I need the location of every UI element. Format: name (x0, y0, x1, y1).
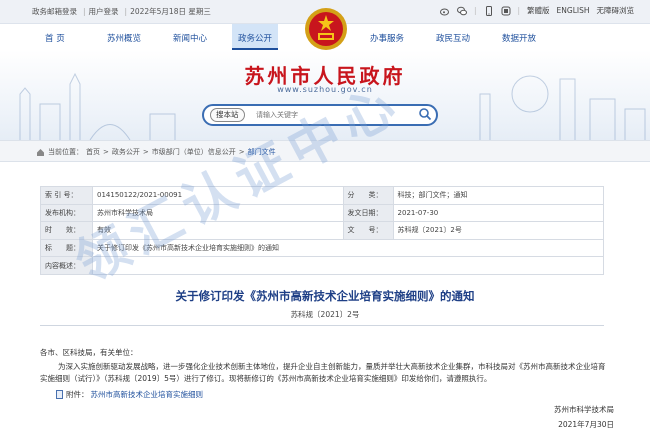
breadcrumb-separator: > (238, 148, 245, 156)
current-date: 2022年5月18日 星期三 (130, 7, 211, 16)
nav-interaction[interactable]: 政民互动 (436, 32, 470, 44)
nav-services[interactable]: 办事服务 (370, 32, 404, 44)
attachment-link[interactable]: 苏州市高新技术企业培育实施细则 (91, 389, 204, 400)
site-url[interactable]: www.suzhou.gov.cn (0, 85, 650, 94)
national-emblem-icon (305, 8, 347, 50)
breadcrumb: 当前位置： 首页 > 政务公开 > 市级部门（单位）信息公开 > 部门文件 (0, 140, 650, 162)
title-value: 关于修订印发《苏州市高新技术企业培育实施细则》的通知 (92, 238, 604, 258)
document-salutation: 各市、区科技局，有关单位： (40, 348, 138, 357)
validity-label: 时 效： (40, 221, 93, 240)
validity-value: 有效 (92, 221, 344, 240)
breadcrumb-label: 当前位置： (48, 148, 83, 156)
table-row: 标 题： 关于修订印发《苏州市高新技术企业培育实施细则》的通知 (40, 238, 604, 258)
summary-value (92, 256, 604, 275)
home-icon (37, 148, 44, 156)
separator: | (517, 6, 521, 15)
separator: | (473, 6, 477, 15)
table-row: 索 引 号： 014150122/2021-00091 分 类： 科技；部门文件… (40, 186, 605, 205)
nav-gov-affairs[interactable]: 政务公开 (232, 24, 279, 50)
document-meta-table: 索 引 号： 014150122/2021-00091 分 类： 科技；部门文件… (40, 186, 605, 275)
document-body: 为深入实施创新驱动发展战略，进一步强化企业技术创新主体地位，提升企业自主创新能力… (40, 362, 606, 383)
category-value: 科技；部门文件；通知 (392, 186, 605, 205)
traditional-link[interactable]: 繁體版 (527, 5, 550, 16)
document-number: 苏科规〔2021〕2号 (290, 310, 360, 319)
publisher-label: 发布机构： (40, 203, 93, 223)
breadcrumb-separator: > (103, 148, 109, 156)
issue-date: 2021年7月30日 (558, 420, 614, 429)
search-bar: 搜本站 (202, 104, 438, 126)
wechat-icon[interactable] (456, 6, 467, 16)
attachment: 附件： 苏州市高新技术企业培育实施细则 (56, 389, 203, 400)
title-label: 标 题： (40, 238, 93, 258)
english-link[interactable]: ENGLISH (557, 6, 590, 15)
top-links: 政务邮箱登录 | 用户登录 | 2022年5月18日 星期三 (32, 6, 214, 17)
date-value: 2021-07-30 (392, 203, 605, 223)
attachment-label: 附件： (66, 390, 89, 399)
breadcrumb-item[interactable]: 政务公开 (112, 147, 140, 157)
breadcrumb-current[interactable]: 部门文件 (248, 147, 276, 157)
docno-value: 苏科规〔2021〕2号 (392, 221, 605, 240)
attachment-icon (56, 390, 63, 399)
table-row: 内容概述： (40, 256, 604, 275)
nav-overview[interactable]: 苏州概览 (107, 32, 141, 44)
app-icon[interactable] (501, 6, 511, 16)
separator: | (124, 7, 128, 16)
separator: | (83, 7, 86, 16)
summary-label: 内容概述： (40, 256, 93, 275)
table-row: 时 效： 有效 文 号： 苏科规〔2021〕2号 (40, 221, 605, 240)
mail-login-link[interactable]: 政务邮箱登录 (32, 7, 77, 16)
category-label: 分 类： (342, 186, 394, 205)
search-scope-button[interactable]: 搜本站 (210, 108, 245, 122)
top-right-tools: | | 繁體版 ENGLISH 无障碍浏览 (439, 5, 635, 16)
divider (40, 325, 604, 326)
mobile-icon[interactable] (484, 5, 494, 16)
nav-news[interactable]: 新闻中心 (173, 32, 207, 44)
breadcrumb-item[interactable]: 市级部门（单位）信息公开 (152, 147, 236, 157)
breadcrumb-separator: > (142, 148, 149, 156)
index-label: 索 引 号： (40, 186, 93, 205)
index-value: 014150122/2021-00091 (92, 186, 344, 205)
document-title: 关于修订印发《苏州市高新技术企业培育实施细则》的通知 (175, 289, 475, 303)
issuing-org: 苏州市科学技术局 (554, 405, 614, 414)
search-input[interactable] (256, 109, 406, 121)
nav-open-data[interactable]: 数据开放 (502, 32, 536, 44)
breadcrumb-item[interactable]: 首页 (86, 147, 100, 157)
accessibility-link[interactable]: 无障碍浏览 (597, 5, 635, 16)
docno-label: 文 号： (342, 221, 394, 240)
table-row: 发布机构： 苏州市科学技术局 发文日期： 2021-07-30 (40, 203, 605, 223)
publisher-value: 苏州市科学技术局 (92, 203, 344, 223)
weibo-icon[interactable] (439, 6, 450, 16)
user-login-link[interactable]: 用户登录 (89, 7, 119, 16)
search-icon[interactable] (418, 107, 432, 121)
nav-home[interactable]: 首 页 (45, 32, 65, 44)
date-label: 发文日期： (342, 203, 394, 223)
